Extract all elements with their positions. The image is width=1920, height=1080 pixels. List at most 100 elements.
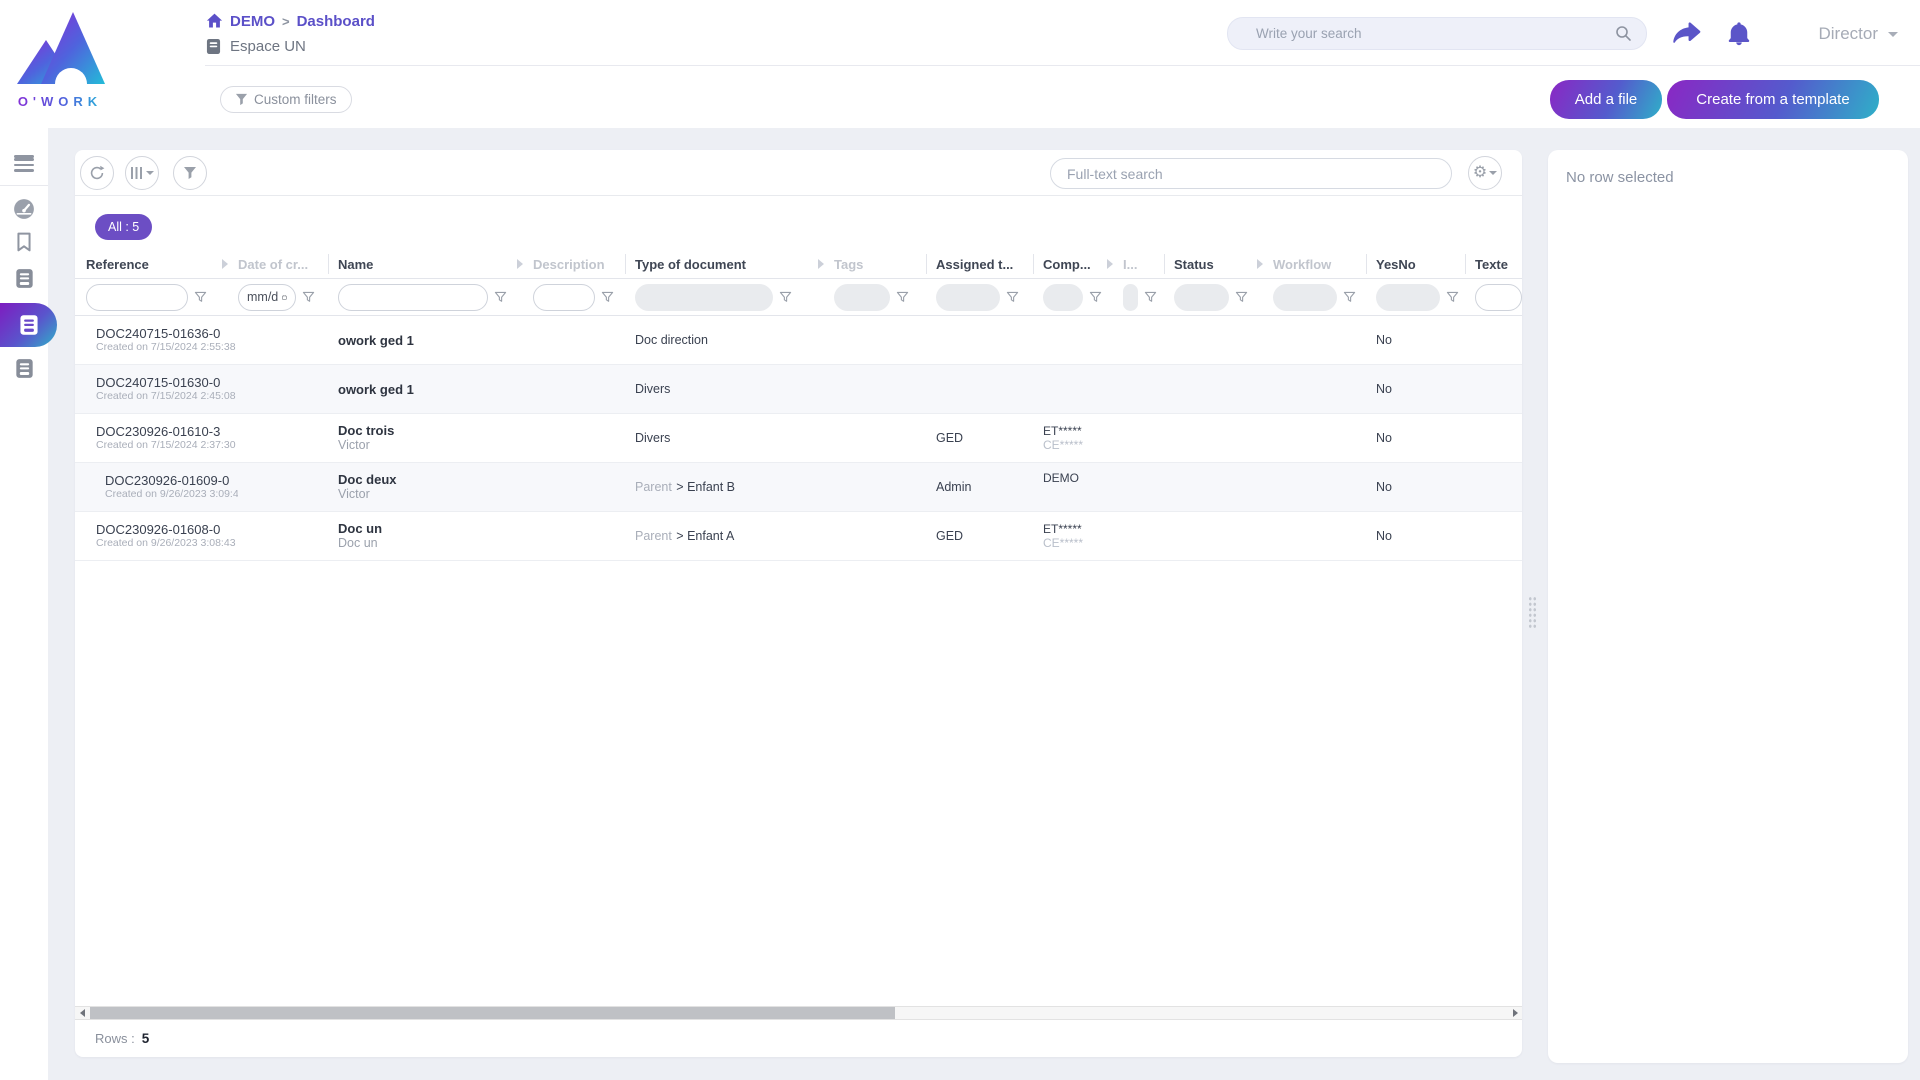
column-separator (926, 254, 927, 274)
filter-description-input[interactable] (533, 284, 595, 311)
global-search[interactable] (1227, 17, 1647, 50)
filter-company (1043, 279, 1123, 315)
scroll-right-arrow[interactable] (1508, 1007, 1522, 1019)
breadcrumb-separator: > (282, 14, 290, 29)
user-role-label: Director (1818, 24, 1878, 44)
rows-count: 5 (142, 1031, 150, 1046)
custom-filters-button[interactable]: Custom filters (220, 86, 352, 113)
column-header-tags[interactable]: Tags (834, 250, 936, 278)
column-header-assigned[interactable]: Assigned t... (936, 250, 1043, 278)
app-window: O'WORK DEMO > Dashboard Espace UN (0, 0, 1920, 1080)
breadcrumb-root[interactable]: DEMO (230, 13, 275, 30)
search-icon[interactable] (1615, 25, 1632, 42)
sidebar-item-bookmarks[interactable] (0, 232, 48, 252)
fulltext-search-input[interactable] (1067, 166, 1435, 182)
funnel-outline-icon[interactable] (1144, 291, 1157, 304)
sidebar-menu-toggle[interactable] (0, 152, 48, 161)
funnel-outline-icon[interactable] (302, 291, 315, 304)
table-header-row: Reference Date of cr... Name Description… (75, 250, 1522, 279)
table-row[interactable]: DOC240715-01630-0 Created on 7/15/2024 2… (75, 365, 1522, 414)
share-button[interactable] (1673, 22, 1701, 49)
table-row[interactable]: DOC230926-01608-0 Created on 9/26/2023 3… (75, 512, 1522, 561)
doc-type-prefix: Parent (635, 480, 672, 494)
columns-button[interactable] (125, 156, 159, 190)
filter-yesno-disabled (1376, 284, 1440, 311)
workspace-name: Espace UN (230, 38, 306, 55)
column-header-workflow[interactable]: Workflow (1273, 250, 1376, 278)
sidebar-item-documents-active[interactable] (0, 303, 57, 347)
doc-assigned: GED (936, 529, 963, 543)
funnel-outline-icon[interactable] (601, 291, 614, 304)
doc-type: Divers (635, 431, 670, 445)
sidebar-item-dashboard[interactable] (0, 198, 48, 220)
filter-date-input[interactable]: mm/d (238, 284, 296, 311)
panel-resize-handle[interactable] (1528, 596, 1537, 628)
table-toolbar: ⚙ (75, 150, 1522, 196)
filters-button[interactable] (173, 156, 207, 190)
speedometer-icon (13, 198, 35, 220)
column-header-texte[interactable]: Texte (1475, 250, 1522, 278)
table-row[interactable]: DOC230926-01610-3 Created on 7/15/2024 2… (75, 414, 1522, 463)
doc-name: Doc un (338, 521, 533, 536)
fulltext-search[interactable] (1050, 158, 1452, 189)
doc-name: owork ged 1 (338, 382, 533, 397)
calendar-icon[interactable] (282, 292, 287, 303)
table-settings-button[interactable]: ⚙ (1468, 156, 1502, 190)
user-role-menu[interactable]: Director (1818, 24, 1898, 44)
column-header-date[interactable]: Date of cr... (238, 250, 338, 278)
sort-arrow-icon (222, 259, 228, 269)
notifications-button[interactable] (1728, 22, 1750, 51)
table-footer: Rows : 5 (75, 1020, 1522, 1057)
table-row[interactable]: DOC240715-01636-0 Created on 7/15/2024 2… (75, 316, 1522, 365)
table-row[interactable]: w DOC230926-01609-0 Created on 9/26/2023… (75, 463, 1522, 512)
home-icon[interactable] (206, 13, 223, 29)
funnel-outline-icon[interactable] (1089, 291, 1102, 304)
table-filter-row: mm/d (75, 279, 1522, 316)
filter-type-disabled (635, 284, 773, 311)
filter-reference-input[interactable] (86, 284, 188, 311)
scroll-left-arrow[interactable] (75, 1007, 89, 1019)
funnel-icon (183, 166, 197, 180)
documents-table-card: ⚙ All : 5 Reference Date of cr... Name D… (75, 150, 1522, 1057)
funnel-outline-icon[interactable] (194, 291, 207, 304)
brand-name: O'WORK (12, 94, 108, 109)
doc-name: owork ged 1 (338, 333, 533, 348)
funnel-outline-icon[interactable] (1006, 291, 1019, 304)
all-count-badge[interactable]: All : 5 (95, 214, 152, 240)
doc-created: Created on 7/15/2024 2:45:08 AM (96, 390, 238, 403)
column-header-reference[interactable]: Reference (86, 250, 238, 278)
column-header-i[interactable]: I... (1123, 250, 1174, 278)
funnel-outline-icon[interactable] (896, 291, 909, 304)
filter-texte-input[interactable] (1475, 284, 1522, 311)
funnel-outline-icon[interactable] (1343, 291, 1356, 304)
app-logo[interactable]: O'WORK (12, 6, 108, 109)
scrollbar-thumb[interactable] (90, 1007, 895, 1019)
funnel-outline-icon[interactable] (494, 291, 507, 304)
refresh-button[interactable] (80, 156, 114, 190)
add-file-button[interactable]: Add a file (1550, 80, 1662, 119)
breadcrumb-current[interactable]: Dashboard (297, 13, 375, 30)
filter-assigned-disabled (936, 284, 1000, 311)
no-selection-message: No row selected (1566, 169, 1890, 186)
top-header: O'WORK DEMO > Dashboard Espace UN (0, 0, 1920, 128)
workspace-book-icon (206, 38, 221, 55)
sidebar-divider (0, 185, 48, 186)
funnel-outline-icon[interactable] (1235, 291, 1248, 304)
create-from-template-button[interactable]: Create from a template (1667, 80, 1879, 119)
global-search-input[interactable] (1256, 26, 1615, 41)
sidebar-item-library[interactable] (0, 268, 48, 289)
doc-reference: DOC240715-01630-0 (96, 375, 238, 390)
column-header-yesno[interactable]: YesNo (1376, 250, 1475, 278)
column-header-status[interactable]: Status (1174, 250, 1273, 278)
column-header-company[interactable]: Comp... (1043, 250, 1123, 278)
bell-icon (1728, 22, 1750, 46)
horizontal-scrollbar[interactable] (75, 1006, 1522, 1020)
column-header-name[interactable]: Name (338, 250, 533, 278)
funnel-outline-icon[interactable] (1446, 291, 1459, 304)
column-header-type[interactable]: Type of document (635, 250, 834, 278)
filter-name-input[interactable] (338, 284, 488, 311)
sidebar-item-archive[interactable] (0, 358, 48, 379)
funnel-outline-icon[interactable] (779, 291, 792, 304)
doc-subtitle: Victor (338, 487, 533, 502)
column-header-description[interactable]: Description (533, 250, 635, 278)
